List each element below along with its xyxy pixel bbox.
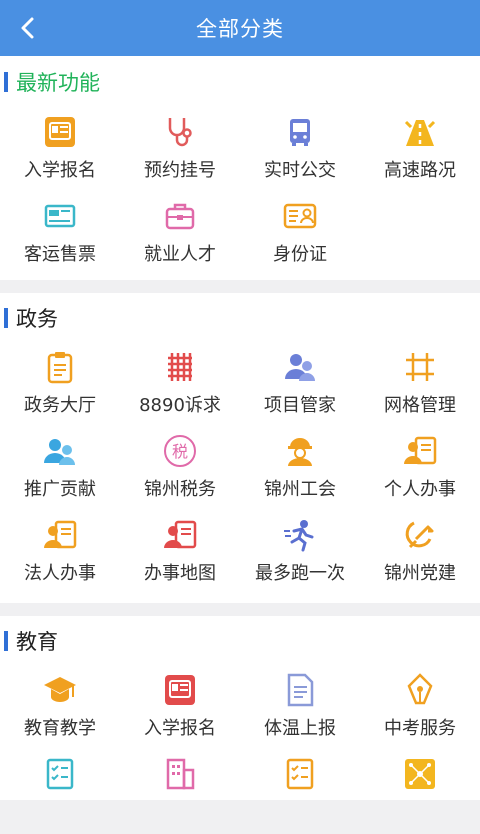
building-icon [162, 756, 198, 792]
item-label: 预约挂号 [144, 160, 216, 181]
checklist-icon [42, 756, 78, 792]
item-label: 入学报名 [144, 718, 216, 739]
section-accent-bar [4, 308, 8, 328]
item-label: 中考服务 [384, 718, 456, 739]
feature-item[interactable]: 8890诉求 [120, 343, 240, 427]
item-label: 个人办事 [384, 479, 456, 500]
item-label: 高速路况 [384, 160, 456, 181]
item-label: 最多跑一次 [255, 563, 345, 584]
item-label: 办事地图 [144, 563, 216, 584]
feature-item[interactable] [360, 750, 480, 834]
network-icon [402, 756, 438, 792]
feature-item[interactable]: 客运售票 [0, 192, 120, 276]
people-icon [42, 433, 78, 469]
feature-item[interactable]: 推广贡献 [0, 427, 120, 511]
back-button[interactable] [12, 12, 44, 44]
feature-item[interactable]: 身份证 [240, 192, 360, 276]
section-government: 政务 政务大厅 8890诉求 项目管家 网格管理 推广贡献 税 锦州税务 锦州工… [0, 293, 480, 603]
item-label: 法人办事 [24, 563, 96, 584]
stethoscope-icon [162, 114, 198, 150]
section-education: 教育 教育教学 入学报名 体温上报 中考服务 [0, 616, 480, 800]
feature-item[interactable]: 锦州工会 [240, 427, 360, 511]
section-title: 最新功能 [16, 71, 100, 95]
chevron-left-icon [21, 17, 34, 39]
header-bar: 全部分类 [0, 0, 480, 56]
bus-icon [282, 114, 318, 150]
item-label: 锦州税务 [144, 479, 216, 500]
feature-item[interactable]: 办事地图 [120, 511, 240, 595]
item-label: 锦州工会 [264, 479, 336, 500]
runner-icon [282, 517, 318, 553]
svg-text:税: 税 [172, 442, 188, 461]
feature-item[interactable]: 教育教学 [0, 666, 120, 750]
page-title: 全部分类 [196, 17, 284, 41]
section-title: 教育 [16, 630, 58, 654]
item-label: 项目管家 [264, 395, 336, 416]
feature-item[interactable]: 体温上报 [240, 666, 360, 750]
feature-item[interactable]: 入学报名 [0, 108, 120, 192]
item-label: 教育教学 [24, 718, 96, 739]
feature-item[interactable]: 个人办事 [360, 427, 480, 511]
item-label: 锦州党建 [384, 563, 456, 584]
ticket-icon [42, 198, 78, 234]
item-label: 网格管理 [384, 395, 456, 416]
feature-item[interactable]: 法人办事 [0, 511, 120, 595]
feature-item[interactable]: 项目管家 [240, 343, 360, 427]
feature-item[interactable]: 中考服务 [360, 666, 480, 750]
feature-item[interactable]: 就业人才 [120, 192, 240, 276]
feature-item[interactable]: 最多跑一次 [240, 511, 360, 595]
item-label: 体温上报 [264, 718, 336, 739]
feature-item[interactable]: 高速路况 [360, 108, 480, 192]
feature-item[interactable]: 锦州党建 [360, 511, 480, 595]
id-card-icon [162, 672, 198, 708]
item-label: 就业人才 [144, 244, 216, 265]
item-label: 入学报名 [24, 160, 96, 181]
tax-icon: 税 [162, 433, 198, 469]
feature-item[interactable] [120, 750, 240, 834]
section-title: 政务 [16, 307, 58, 331]
document-icon [282, 672, 318, 708]
identity-card-icon [282, 198, 318, 234]
feature-item[interactable]: 网格管理 [360, 343, 480, 427]
item-label: 政务大厅 [24, 395, 96, 416]
item-label: 推广贡献 [24, 479, 96, 500]
clipboard-icon [42, 349, 78, 385]
feature-item[interactable]: 预约挂号 [120, 108, 240, 192]
person-card-icon [402, 433, 438, 469]
graduation-cap-icon [42, 672, 78, 708]
feature-item[interactable]: 入学报名 [120, 666, 240, 750]
feature-item[interactable] [240, 750, 360, 834]
feature-item[interactable] [0, 750, 120, 834]
section-accent-bar [4, 72, 8, 92]
feature-item[interactable]: 政务大厅 [0, 343, 120, 427]
section-header: 教育 [0, 616, 480, 666]
section-header: 政务 [0, 293, 480, 343]
pen-icon [402, 672, 438, 708]
feature-item[interactable]: 税 锦州税务 [120, 427, 240, 511]
id-card-icon [42, 114, 78, 150]
item-label: 实时公交 [264, 160, 336, 181]
hash-grid-icon [162, 349, 198, 385]
feature-item[interactable]: 实时公交 [240, 108, 360, 192]
worker-icon [282, 433, 318, 469]
briefcase-icon [162, 198, 198, 234]
item-label: 身份证 [273, 244, 327, 265]
item-label: 客运售票 [24, 244, 96, 265]
section-accent-bar [4, 631, 8, 651]
item-label: 8890诉求 [139, 395, 221, 416]
section-header: 最新功能 [0, 56, 480, 108]
frame-icon [402, 349, 438, 385]
users-icon [282, 349, 318, 385]
party-emblem-icon [402, 517, 438, 553]
section-new-features: 最新功能 入学报名 预约挂号 实时公交 高速路况 客运售票 就业人才 身份证 [0, 56, 480, 280]
highway-icon [402, 114, 438, 150]
map-person-icon [162, 517, 198, 553]
legal-person-icon [42, 517, 78, 553]
checklist-icon [282, 756, 318, 792]
